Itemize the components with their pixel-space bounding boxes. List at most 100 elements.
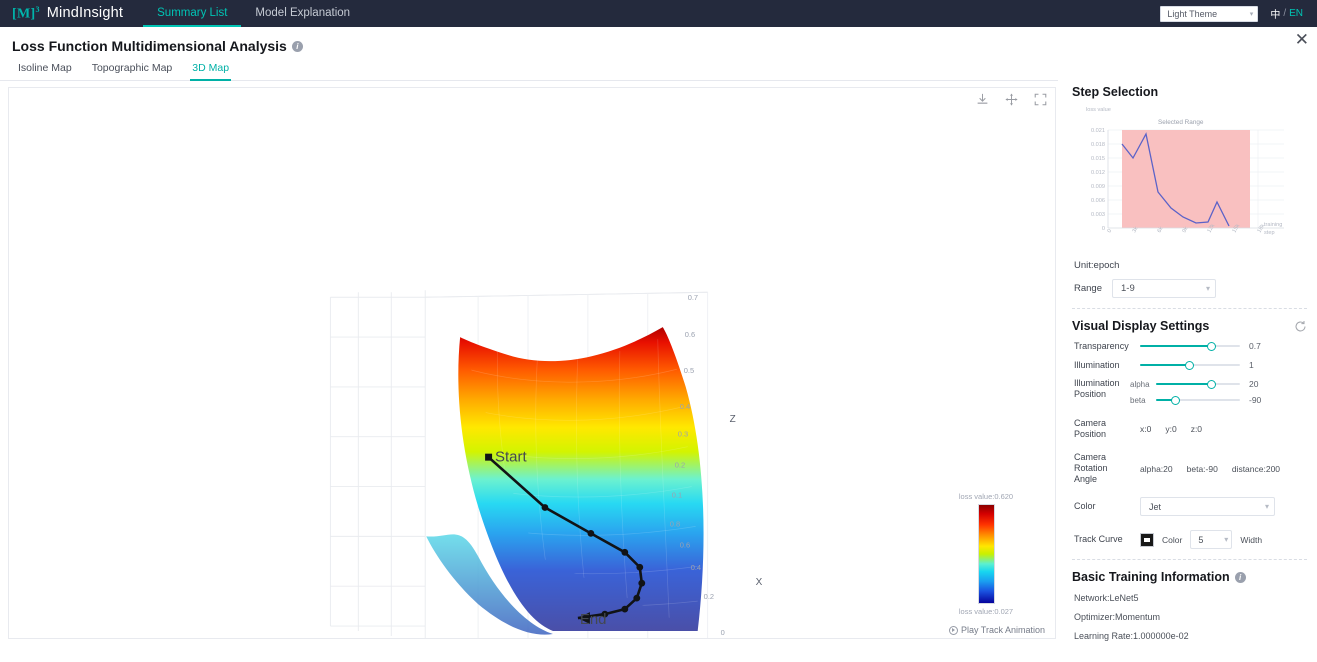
illumination-alpha-slider[interactable] [1156, 378, 1240, 390]
step-chart-xlabel-2: step [1264, 230, 1275, 236]
track-curve-width-select[interactable]: 5 ▾ [1190, 530, 1232, 549]
svg-text:0.4: 0.4 [680, 402, 690, 411]
camera-position-z: z:0 [1191, 424, 1202, 434]
color-row: Color Jet ▾ [1074, 497, 1307, 516]
transparency-row: Transparency 0.7 [1074, 340, 1307, 352]
camera-rotation-label: Camera Rotation Angle [1074, 452, 1126, 485]
topnav-right-controls: Light Theme ▾ 中 / EN [1160, 6, 1309, 22]
language-separator: / [1283, 8, 1286, 19]
chevron-down-icon: ▾ [1206, 284, 1210, 293]
svg-text:0.006: 0.006 [1091, 198, 1105, 204]
camera-position-x: x:0 [1140, 424, 1151, 434]
svg-text:0.2: 0.2 [675, 461, 685, 470]
play-icon [949, 626, 958, 635]
fullscreen-icon[interactable] [1034, 93, 1047, 106]
track-curve-row: Track Curve Color 5 ▾ Width [1074, 530, 1307, 549]
range-select[interactable]: 1-9 ▾ [1112, 279, 1216, 298]
illumination-beta-slider[interactable] [1156, 394, 1240, 406]
refresh-icon[interactable] [1294, 320, 1307, 333]
logo-mark-icon: [M]3 [12, 5, 40, 23]
nav-items: Summary List Model Explanation [143, 0, 364, 27]
visual-settings-title: Visual Display Settings [1072, 319, 1209, 333]
plot-column: Start End 0.7 0.6 0.5 0.4 0.3 0.2 0.1 Z [0, 81, 1060, 643]
app-name: MindInsight [47, 5, 123, 21]
beta-label: beta [1130, 396, 1156, 405]
colorbar-bottom-label: loss value:0.027 [947, 607, 1025, 616]
transparency-slider[interactable] [1140, 340, 1240, 352]
move-icon[interactable] [1005, 93, 1018, 106]
track-curve-label: Track Curve [1074, 534, 1126, 545]
content-area: Start End 0.7 0.6 0.5 0.4 0.3 0.2 0.1 Z [0, 81, 1317, 643]
step-chart-title: Selected Range [1158, 119, 1204, 126]
step-selection-heading: Step Selection [1072, 85, 1307, 99]
right-panel: Step Selection loss value Selected Range [1060, 81, 1317, 643]
play-track-animation-label: Play Track Animation [961, 625, 1045, 635]
nav-item-summary-list[interactable]: Summary List [143, 0, 241, 27]
training-info-network: Network:LeNet5 [1074, 593, 1307, 603]
3d-plot-container[interactable]: Start End 0.7 0.6 0.5 0.4 0.3 0.2 0.1 Z [8, 87, 1056, 639]
page-header: Loss Function Multidimensional Analysis … [0, 27, 1317, 57]
svg-text:0.018: 0.018 [1091, 142, 1105, 148]
colorbar-legend: loss value:0.620 loss value:0.027 [947, 492, 1025, 616]
trajectory-start-label: Start [495, 449, 527, 466]
chevron-down-icon: ▾ [1250, 10, 1254, 18]
tab-3d-map[interactable]: 3D Map [182, 62, 239, 80]
map-tabs: Isoline Map Topographic Map 3D Map [0, 57, 1058, 81]
svg-text:0: 0 [1107, 228, 1114, 234]
svg-text:0.8: 0.8 [670, 519, 680, 528]
illumination-alpha-value: 20 [1249, 379, 1275, 389]
svg-text:0.009: 0.009 [1091, 184, 1105, 190]
chevron-down-icon: ▾ [1224, 535, 1228, 544]
language-switcher[interactable]: 中 / EN [1270, 6, 1303, 21]
svg-text:0.5: 0.5 [684, 366, 694, 375]
range-label: Range [1074, 283, 1102, 294]
illumination-position-row: Illumination Position alpha 20 beta [1074, 378, 1307, 406]
svg-text:0.1: 0.1 [672, 491, 682, 500]
colorbar-gradient [978, 504, 995, 604]
illumination-value: 1 [1249, 360, 1275, 370]
svg-text:0.6: 0.6 [680, 540, 690, 549]
step-selection-chart[interactable]: loss value Selected Range [1072, 102, 1304, 257]
trajectory-end-label: End [580, 611, 607, 628]
svg-text:0.4: 0.4 [691, 563, 701, 572]
tab-topographic-map[interactable]: Topographic Map [82, 62, 183, 80]
svg-text:0: 0 [1102, 226, 1105, 232]
download-icon[interactable] [976, 93, 989, 106]
camera-rotation-alpha: alpha:20 [1140, 464, 1173, 474]
training-info-learning-rate: Learning Rate:1.000000e-02 [1074, 631, 1307, 641]
tab-isoline-map[interactable]: Isoline Map [8, 62, 82, 80]
camera-position-row: Camera Position x:0 y:0 z:0 [1074, 418, 1307, 440]
step-chart-ylabel: loss value [1086, 107, 1111, 113]
x-axis-name: X [756, 577, 763, 588]
track-curve-width-value: 5 [1198, 535, 1203, 545]
illumination-slider[interactable] [1140, 359, 1240, 371]
z-axis-name: Z [730, 414, 736, 425]
language-zh[interactable]: 中 [1270, 6, 1280, 21]
step-chart-y-ticks: 0.021 0.018 0.015 0.012 0.009 0.006 0.00… [1091, 128, 1105, 232]
training-info-optimizer: Optimizer:Momentum [1074, 612, 1307, 622]
color-label: Color [1074, 501, 1126, 512]
svg-text:0.021: 0.021 [1091, 128, 1105, 134]
theme-select[interactable]: Light Theme ▾ [1160, 6, 1258, 22]
info-icon[interactable]: i [292, 41, 303, 52]
track-curve-width-label: Width [1240, 535, 1262, 545]
step-chart-xlabel-1: training [1264, 222, 1282, 228]
nav-item-model-explanation[interactable]: Model Explanation [241, 0, 364, 27]
step-selection-panel: Step Selection loss value Selected Range [1072, 81, 1307, 308]
loss-surface-3d-chart[interactable]: Start End 0.7 0.6 0.5 0.4 0.3 0.2 0.1 Z [9, 88, 1055, 638]
transparency-value: 0.7 [1249, 341, 1275, 351]
visual-display-settings-panel: Visual Display Settings Transparency 0.7 [1072, 308, 1307, 559]
app-logo[interactable]: [M]3 MindInsight [12, 5, 123, 23]
colormap-select[interactable]: Jet ▾ [1140, 497, 1275, 516]
svg-text:0.012: 0.012 [1091, 170, 1105, 176]
training-info-title: Basic Training Information [1072, 570, 1230, 584]
play-track-animation-button[interactable]: Play Track Animation [949, 625, 1045, 635]
track-curve-color-swatch[interactable] [1140, 533, 1154, 547]
info-icon[interactable]: i [1235, 572, 1246, 583]
step-selection-title: Step Selection [1072, 85, 1158, 99]
svg-text:0: 0 [721, 628, 725, 637]
camera-position-y: y:0 [1165, 424, 1176, 434]
language-en[interactable]: EN [1289, 8, 1303, 19]
close-icon[interactable]: ✕ [1295, 31, 1309, 48]
range-select-value: 1-9 [1121, 283, 1135, 294]
